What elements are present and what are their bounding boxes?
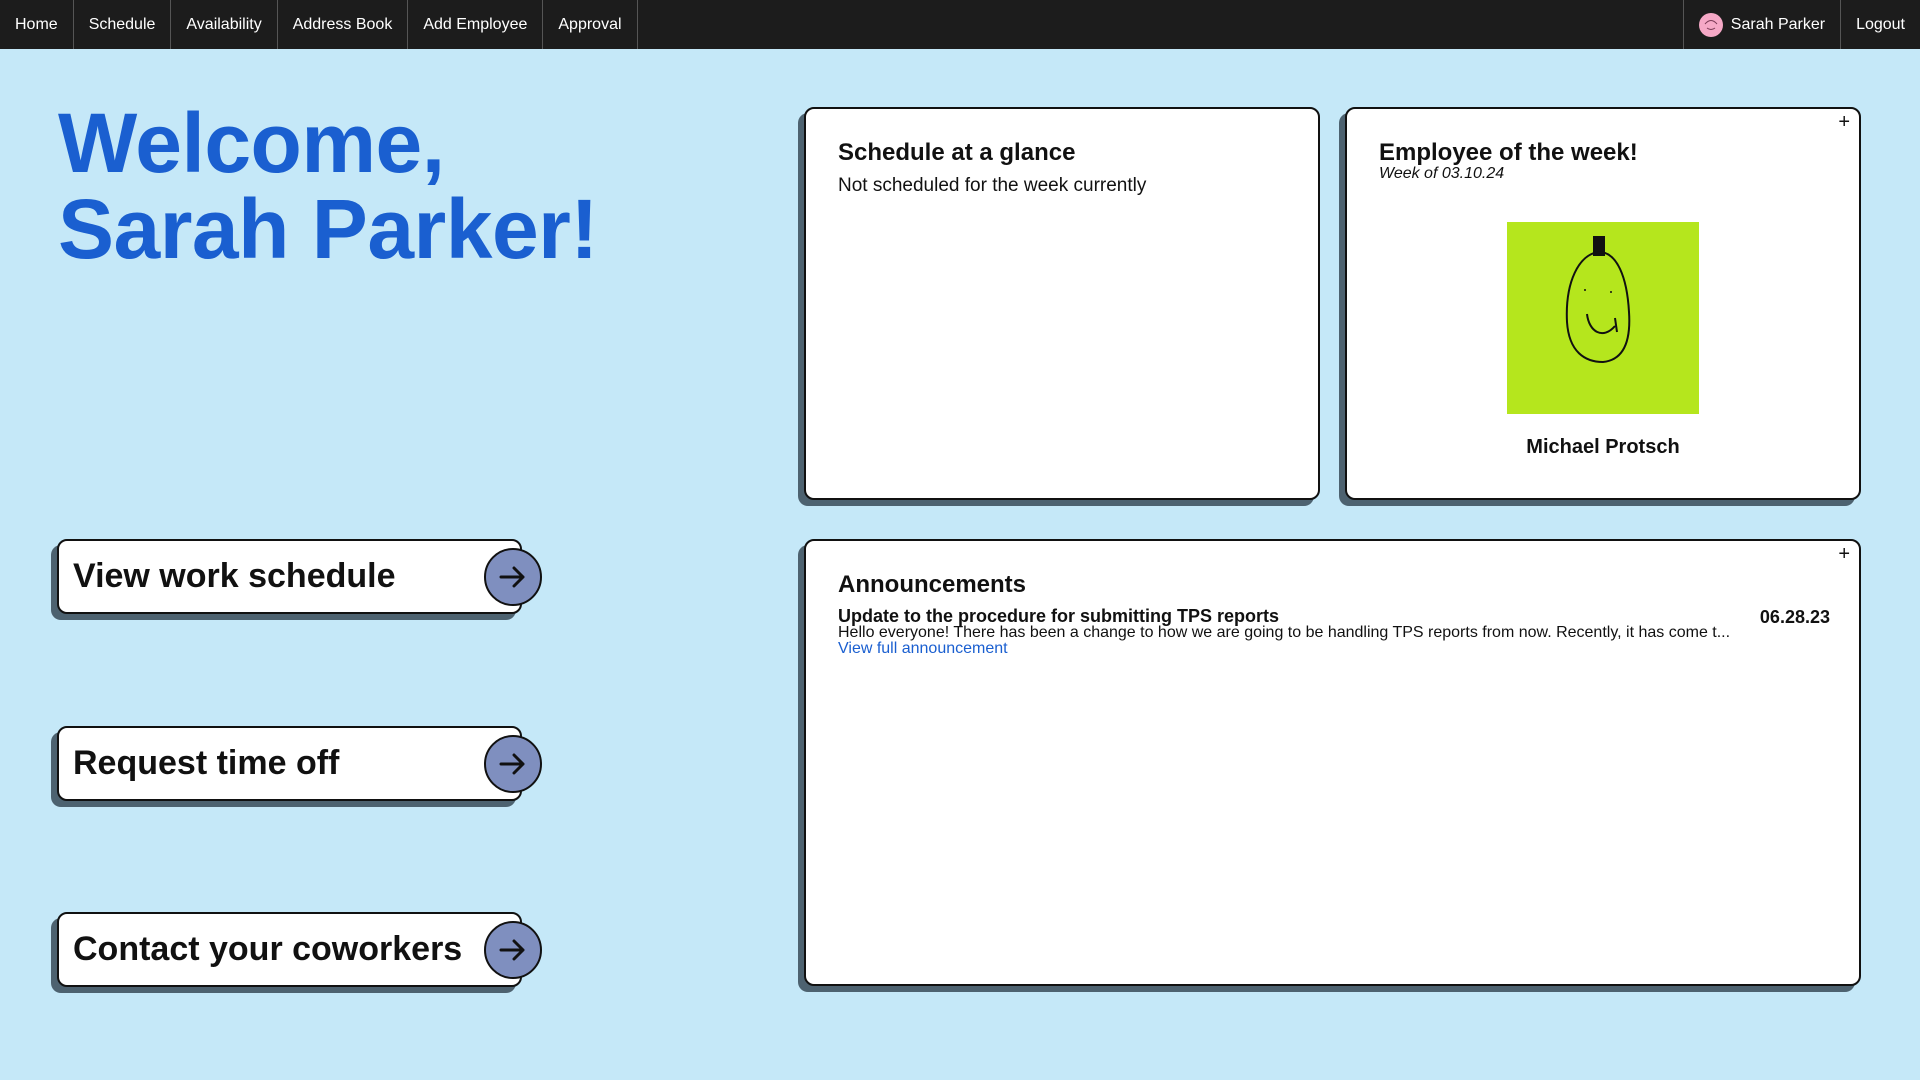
view-work-schedule-button[interactable]: View work schedule xyxy=(57,539,542,614)
action-label: View work schedule xyxy=(73,557,396,595)
add-icon[interactable]: + xyxy=(1838,112,1850,132)
arrow-right-icon[interactable] xyxy=(484,920,542,979)
arrow-right-icon[interactable] xyxy=(484,734,542,793)
add-announcement-icon[interactable]: + xyxy=(1838,544,1850,564)
request-time-off-button[interactable]: Request time off xyxy=(57,726,542,801)
employee-photo xyxy=(1507,222,1699,414)
contact-coworkers-button[interactable]: Contact your coworkers xyxy=(57,912,542,987)
eotw-week: Week of 03.10.24 xyxy=(1379,165,1505,182)
eotw-title: Employee of the week! xyxy=(1379,139,1638,166)
arrow-right-icon[interactable] xyxy=(484,547,542,606)
nav-item-schedule[interactable]: Schedule xyxy=(74,0,172,49)
avatar-face-icon xyxy=(1699,13,1722,36)
announcement-date: 06.28.23 xyxy=(1759,607,1830,627)
logout-button[interactable]: Logout xyxy=(1840,0,1920,49)
employee-of-week-card: + Employee of the week! Week of 03.10.24… xyxy=(1345,107,1861,500)
announcements-card: + Announcements Update to the procedure … xyxy=(804,539,1861,986)
nav-item-address-book[interactable]: Address Book xyxy=(278,0,409,49)
view-full-announcement-link[interactable]: View full announcement xyxy=(838,641,1830,657)
nav-item-availability[interactable]: Availability xyxy=(171,0,278,49)
top-navbar: Home Schedule Availability Address Book … xyxy=(0,0,1920,49)
announcements-title: Announcements xyxy=(838,571,1027,598)
user-profile-link[interactable]: Sarah Parker xyxy=(1682,0,1840,49)
welcome-heading: Welcome, Sarah Parker! xyxy=(58,100,598,272)
announcement-title: Update to the procedure for submitting T… xyxy=(838,606,1280,626)
schedule-status-text: Not scheduled for the week currently xyxy=(838,175,1147,196)
nav-item-approval[interactable]: Approval xyxy=(543,0,638,49)
schedule-card-title: Schedule at a glance xyxy=(838,139,1076,166)
nav-links: Home Schedule Availability Address Book … xyxy=(0,0,638,49)
schedule-card: Schedule at a glance Not scheduled for t… xyxy=(804,107,1320,500)
employee-name: Michael Protsch xyxy=(1526,436,1680,458)
nav-item-home[interactable]: Home xyxy=(0,0,74,49)
welcome-line-2: Sarah Parker! xyxy=(58,182,598,276)
action-label: Contact your coworkers xyxy=(73,930,463,968)
announcement-item: Update to the procedure for submitting T… xyxy=(838,607,1830,657)
announcement-body: Hello everyone! There has been a change … xyxy=(838,625,1731,641)
user-name: Sarah Parker xyxy=(1730,15,1826,33)
nav-user-area: Sarah Parker Logout xyxy=(1682,0,1920,49)
avatar xyxy=(1698,12,1723,37)
welcome-line-1: Welcome, xyxy=(58,96,445,190)
nav-item-add-employee[interactable]: Add Employee xyxy=(408,0,544,49)
action-label: Request time off xyxy=(73,744,340,782)
